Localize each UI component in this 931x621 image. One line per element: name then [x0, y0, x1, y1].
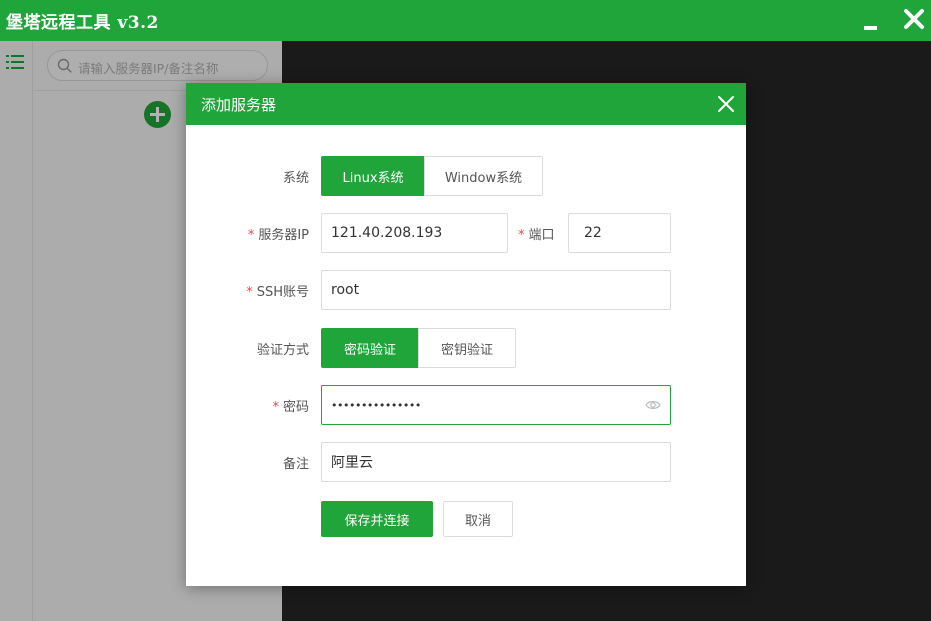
dialog-header: 添加服务器 [186, 83, 746, 125]
ssh-account-value: root [331, 282, 360, 298]
cancel-button[interactable]: 取消 [443, 501, 513, 537]
close-window-icon[interactable] [903, 8, 925, 30]
port-input[interactable]: 22 [568, 213, 671, 253]
remark-label: 备注 [282, 457, 309, 472]
title-bar: 堡塔远程工具 v3.2 [0, 0, 931, 41]
dialog-title: 添加服务器 [201, 96, 277, 114]
ssh-account-label: * SSH账号 [246, 285, 309, 300]
show-password-eye-icon[interactable] [645, 398, 661, 412]
linux-system-option[interactable]: Linux系统 [321, 156, 425, 196]
key-auth-option[interactable]: 密钥验证 [418, 328, 516, 368]
save-and-connect-button[interactable]: 保存并连接 [321, 501, 433, 537]
password-input[interactable]: ••••••••••••••• [321, 385, 671, 425]
remark-value: 阿里云 [331, 455, 373, 471]
password-auth-option[interactable]: 密码验证 [321, 328, 419, 368]
server-ip-label: * 服务器IP [247, 228, 309, 243]
add-server-dialog: 添加服务器 系统 Linux系统 Window系统 * 服务器IP 121.40.… [186, 83, 746, 586]
auth-method-label: 验证方式 [256, 343, 309, 358]
minimize-icon[interactable] [862, 12, 880, 30]
app-title: 堡塔远程工具 v3.2 [6, 13, 159, 33]
ssh-account-input[interactable]: root [321, 270, 671, 310]
password-label: * 密码 [272, 400, 309, 415]
port-value: 22 [584, 225, 602, 241]
server-ip-value: 121.40.208.193 [331, 225, 443, 241]
window-system-option[interactable]: Window系统 [424, 156, 543, 196]
system-label: 系统 [282, 171, 309, 186]
password-value: ••••••••••••••• [331, 398, 421, 412]
remark-input[interactable]: 阿里云 [321, 442, 671, 482]
dialog-close-icon[interactable] [716, 94, 736, 114]
port-label: * 端口 [518, 228, 555, 243]
server-ip-input[interactable]: 121.40.208.193 [321, 213, 508, 253]
